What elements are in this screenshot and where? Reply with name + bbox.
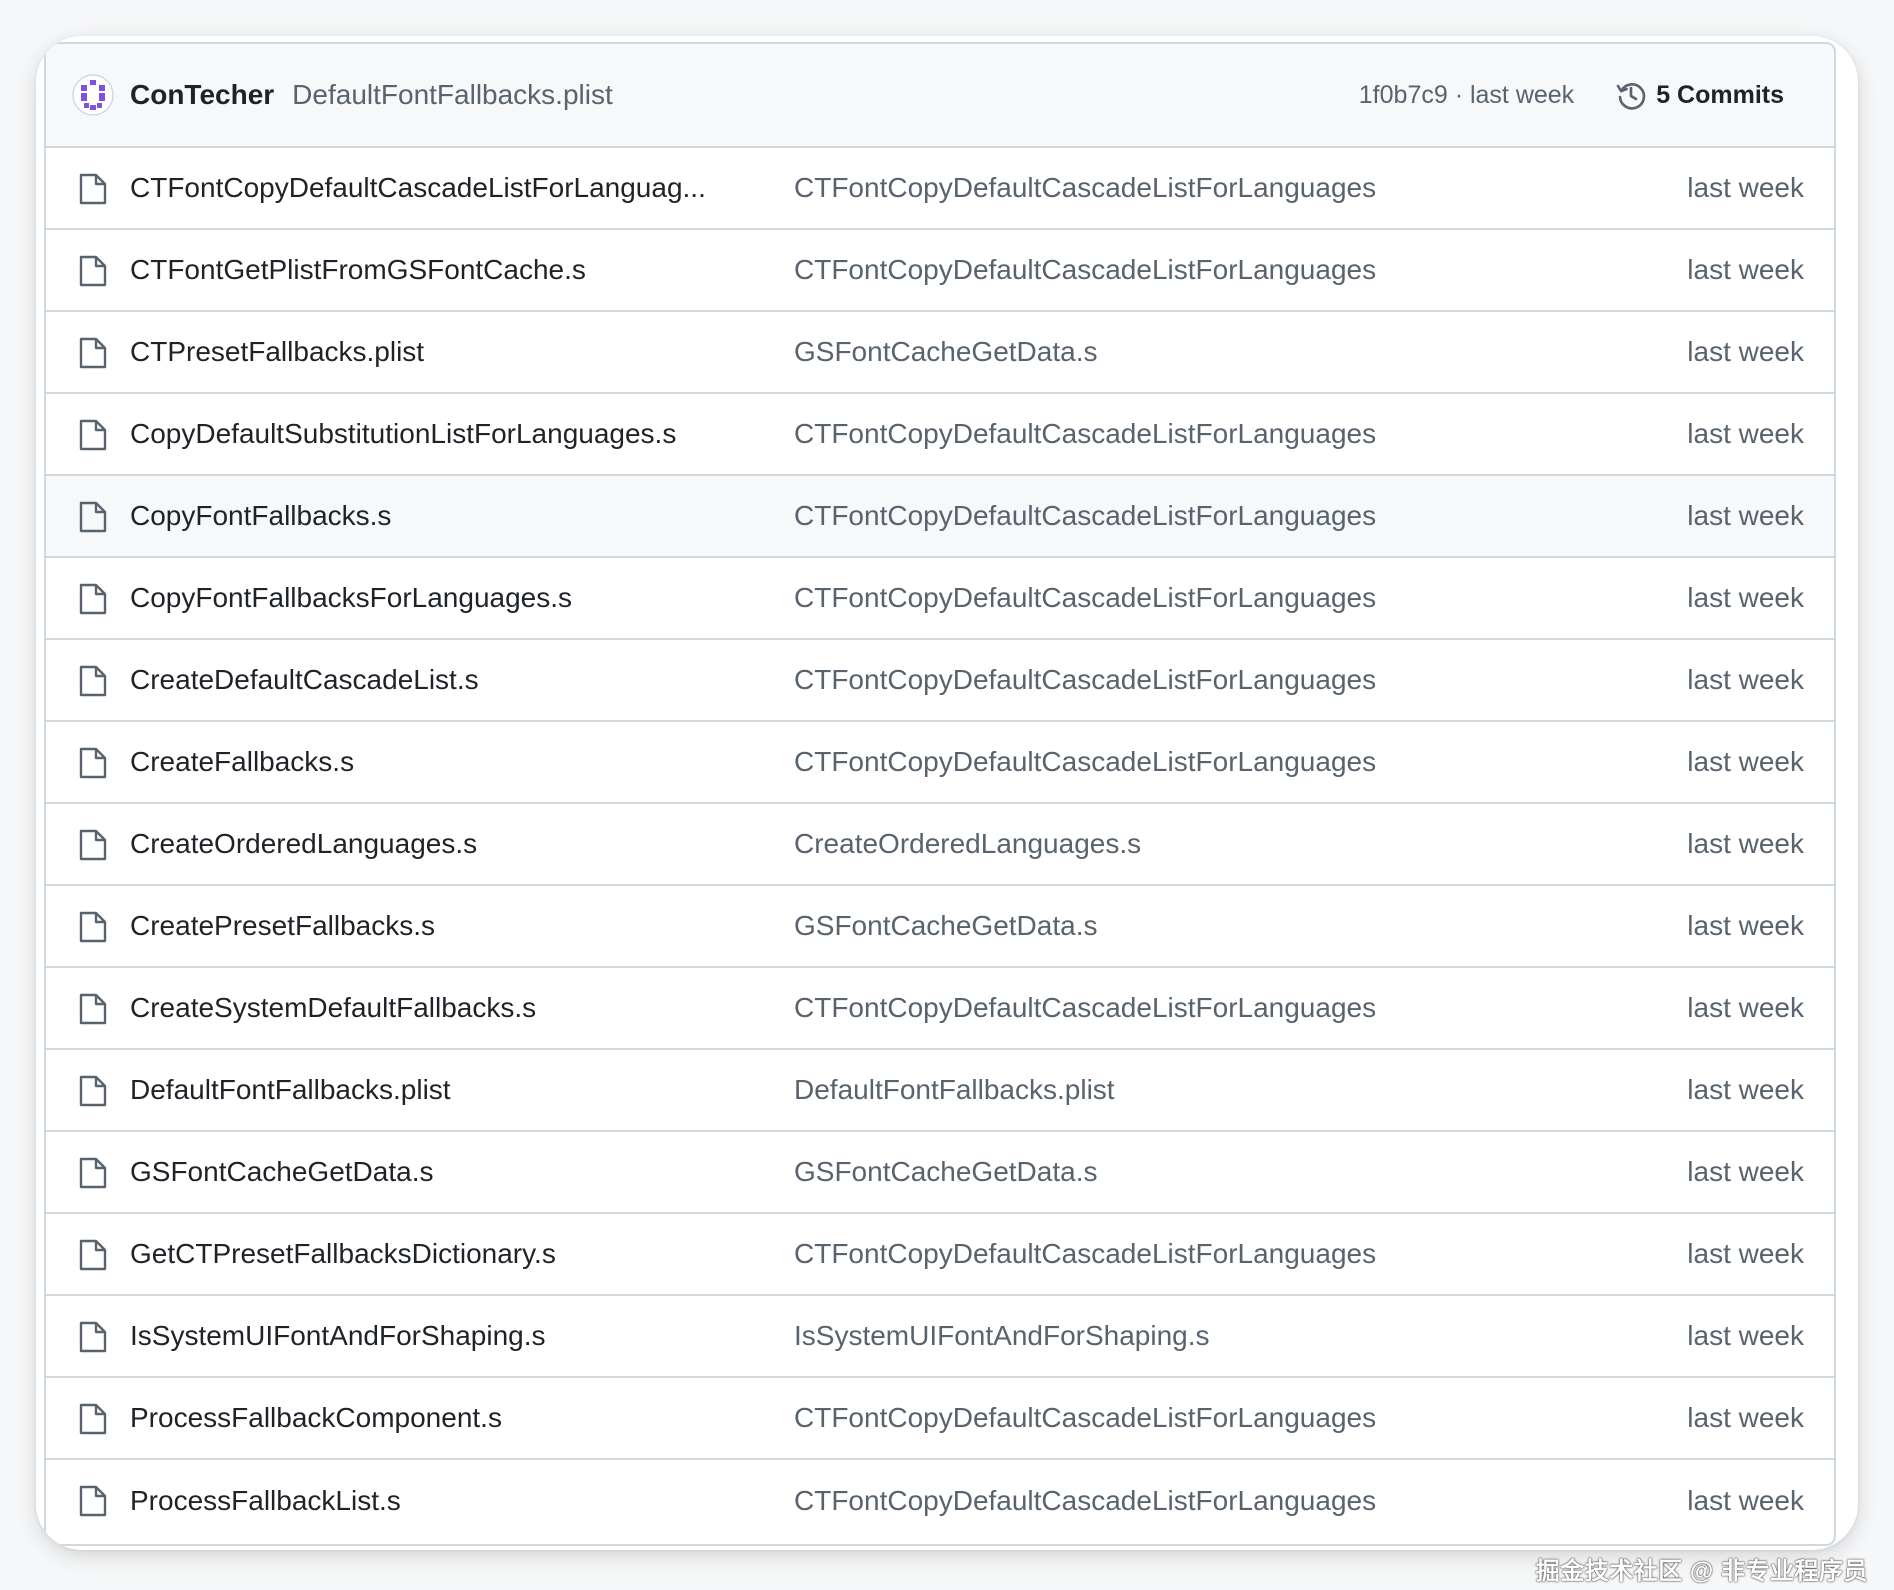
watermark: 掘金技术社区 @ 非专业程序员 xyxy=(1535,1558,1868,1585)
file-row[interactable]: CreateSystemDefaultFallbacks.s CTFontCop… xyxy=(46,968,1834,1050)
last-commit-message-link[interactable]: DefaultFontFallbacks.plist xyxy=(794,1074,1494,1106)
file-name-link[interactable]: CopyFontFallbacksForLanguages.s xyxy=(130,582,730,614)
last-commit-message-link[interactable]: CTFontCopyDefaultCascadeListForLanguages xyxy=(794,1402,1494,1434)
last-commit-date: last week xyxy=(1687,746,1804,777)
file-row[interactable]: IsSystemUIFontAndForShaping.s IsSystemUI… xyxy=(46,1296,1834,1378)
file-icon xyxy=(79,829,107,861)
last-commit-message-link[interactable]: CTFontCopyDefaultCascadeListForLanguages xyxy=(794,1485,1494,1517)
file-row[interactable]: GSFontCacheGetData.s GSFontCacheGetData.… xyxy=(46,1132,1834,1214)
last-commit-date: last week xyxy=(1687,1485,1804,1516)
file-row[interactable]: CopyFontFallbacks.s CTFontCopyDefaultCas… xyxy=(46,476,1834,558)
last-commit-message-link[interactable]: IsSystemUIFontAndForShaping.s xyxy=(794,1320,1494,1352)
file-row[interactable]: ProcessFallbackList.s CTFontCopyDefaultC… xyxy=(46,1460,1834,1542)
file-row[interactable]: GetCTPresetFallbacksDictionary.s CTFontC… xyxy=(46,1214,1834,1296)
last-commit-date: last week xyxy=(1687,500,1804,531)
file-name-link[interactable]: ProcessFallbackList.s xyxy=(130,1485,730,1517)
file-name-link[interactable]: CTFontCopyDefaultCascadeListForLanguag..… xyxy=(130,172,730,204)
commits-count-label: 5 Commits xyxy=(1656,80,1784,109)
commit-author[interactable]: ConTecher xyxy=(130,79,274,111)
file-icon xyxy=(79,993,107,1025)
file-icon xyxy=(79,1075,107,1107)
file-name-link[interactable]: CopyDefaultSubstitutionListForLanguages.… xyxy=(130,418,730,450)
file-row[interactable]: CreateOrderedLanguages.s CreateOrderedLa… xyxy=(46,804,1834,886)
file-icon xyxy=(79,501,107,533)
avatar[interactable] xyxy=(72,74,114,116)
file-name-link[interactable]: CopyFontFallbacks.s xyxy=(130,500,730,532)
file-name-link[interactable]: CreateOrderedLanguages.s xyxy=(130,828,730,860)
last-commit-date: last week xyxy=(1687,1074,1804,1105)
last-commit-message-link[interactable]: CTFontCopyDefaultCascadeListForLanguages xyxy=(794,582,1494,614)
last-commit-message-link[interactable]: CTFontCopyDefaultCascadeListForLanguages xyxy=(794,172,1494,204)
file-row[interactable]: DefaultFontFallbacks.plist DefaultFontFa… xyxy=(46,1050,1834,1132)
latest-commit-header: ConTecher DefaultFontFallbacks.plist 1f0… xyxy=(46,44,1834,148)
file-list: CTFontCopyDefaultCascadeListForLanguag..… xyxy=(46,148,1834,1542)
last-commit-date: last week xyxy=(1687,254,1804,285)
last-commit-message-link[interactable]: CTFontCopyDefaultCascadeListForLanguages xyxy=(794,418,1494,450)
last-commit-date: last week xyxy=(1687,910,1804,941)
last-commit-date: last week xyxy=(1687,1320,1804,1351)
file-name-link[interactable]: GSFontCacheGetData.s xyxy=(130,1156,730,1188)
last-commit-date: last week xyxy=(1687,336,1804,367)
commits-history-link[interactable]: 5 Commits xyxy=(1604,72,1794,118)
last-commit-message-link[interactable]: CTFontCopyDefaultCascadeListForLanguages xyxy=(794,1238,1494,1270)
file-name-link[interactable]: CreatePresetFallbacks.s xyxy=(130,910,730,942)
file-icon xyxy=(79,255,107,287)
file-row[interactable]: ProcessFallbackComponent.s CTFontCopyDef… xyxy=(46,1378,1834,1460)
last-commit-message-link[interactable]: GSFontCacheGetData.s xyxy=(794,910,1494,942)
file-name-link[interactable]: GetCTPresetFallbacksDictionary.s xyxy=(130,1238,730,1270)
file-name-link[interactable]: CreateDefaultCascadeList.s xyxy=(130,664,730,696)
last-commit-date: last week xyxy=(1687,582,1804,613)
file-row[interactable]: CTFontGetPlistFromGSFontCache.s CTFontCo… xyxy=(46,230,1834,312)
last-commit-message-link[interactable]: CTFontCopyDefaultCascadeListForLanguages xyxy=(794,254,1494,286)
file-icon xyxy=(79,911,107,943)
last-commit-message-link[interactable]: CTFontCopyDefaultCascadeListForLanguages xyxy=(794,664,1494,696)
last-commit-message-link[interactable]: CreateOrderedLanguages.s xyxy=(794,828,1494,860)
file-row[interactable]: CopyDefaultSubstitutionListForLanguages.… xyxy=(46,394,1834,476)
file-name-link[interactable]: CTFontGetPlistFromGSFontCache.s xyxy=(130,254,730,286)
file-icon xyxy=(79,1157,107,1189)
last-commit-date: last week xyxy=(1687,664,1804,695)
file-icon xyxy=(79,747,107,779)
file-row[interactable]: CTPresetFallbacks.plist GSFontCacheGetDa… xyxy=(46,312,1834,394)
last-commit-date: last week xyxy=(1687,172,1804,203)
last-commit-message-link[interactable]: GSFontCacheGetData.s xyxy=(794,336,1494,368)
file-name-link[interactable]: CreateSystemDefaultFallbacks.s xyxy=(130,992,730,1024)
file-row[interactable]: CopyFontFallbacksForLanguages.s CTFontCo… xyxy=(46,558,1834,640)
last-commit-message-link[interactable]: CTFontCopyDefaultCascadeListForLanguages xyxy=(794,500,1494,532)
file-icon xyxy=(79,1403,107,1435)
file-row[interactable]: CreateFallbacks.s CTFontCopyDefaultCasca… xyxy=(46,722,1834,804)
last-commit-message-link[interactable]: CTFontCopyDefaultCascadeListForLanguages xyxy=(794,746,1494,778)
last-commit-message-link[interactable]: CTFontCopyDefaultCascadeListForLanguages xyxy=(794,992,1494,1024)
last-commit-date: last week xyxy=(1687,828,1804,859)
file-icon xyxy=(79,173,107,205)
file-name-link[interactable]: ProcessFallbackComponent.s xyxy=(130,1402,730,1434)
file-row[interactable]: CreateDefaultCascadeList.s CTFontCopyDef… xyxy=(46,640,1834,722)
file-icon xyxy=(79,665,107,697)
file-row[interactable]: CreatePresetFallbacks.s GSFontCacheGetDa… xyxy=(46,886,1834,968)
last-commit-date: last week xyxy=(1687,1156,1804,1187)
last-commit-date: last week xyxy=(1687,992,1804,1023)
latest-commit-message[interactable]: DefaultFontFallbacks.plist xyxy=(292,79,613,111)
file-name-link[interactable]: CreateFallbacks.s xyxy=(130,746,730,778)
history-icon xyxy=(1616,83,1646,110)
file-icon xyxy=(79,583,107,615)
last-commit-date: last week xyxy=(1687,1238,1804,1269)
last-commit-date: last week xyxy=(1687,418,1804,449)
window-frame: ConTecher DefaultFontFallbacks.plist 1f0… xyxy=(36,36,1858,1550)
file-name-link[interactable]: CTPresetFallbacks.plist xyxy=(130,336,730,368)
file-icon xyxy=(79,1321,107,1353)
file-icon xyxy=(79,1239,107,1271)
file-row[interactable]: CTFontCopyDefaultCascadeListForLanguag..… xyxy=(46,148,1834,230)
file-name-link[interactable]: DefaultFontFallbacks.plist xyxy=(130,1074,730,1106)
file-browser-panel: ConTecher DefaultFontFallbacks.plist 1f0… xyxy=(44,42,1836,1546)
file-icon xyxy=(79,1485,107,1517)
file-icon xyxy=(79,419,107,451)
file-icon xyxy=(79,337,107,369)
last-commit-message-link[interactable]: GSFontCacheGetData.s xyxy=(794,1156,1494,1188)
commit-hash-and-date[interactable]: 1f0b7c9 · last week xyxy=(1359,81,1574,110)
file-name-link[interactable]: IsSystemUIFontAndForShaping.s xyxy=(130,1320,730,1352)
last-commit-date: last week xyxy=(1687,1402,1804,1433)
